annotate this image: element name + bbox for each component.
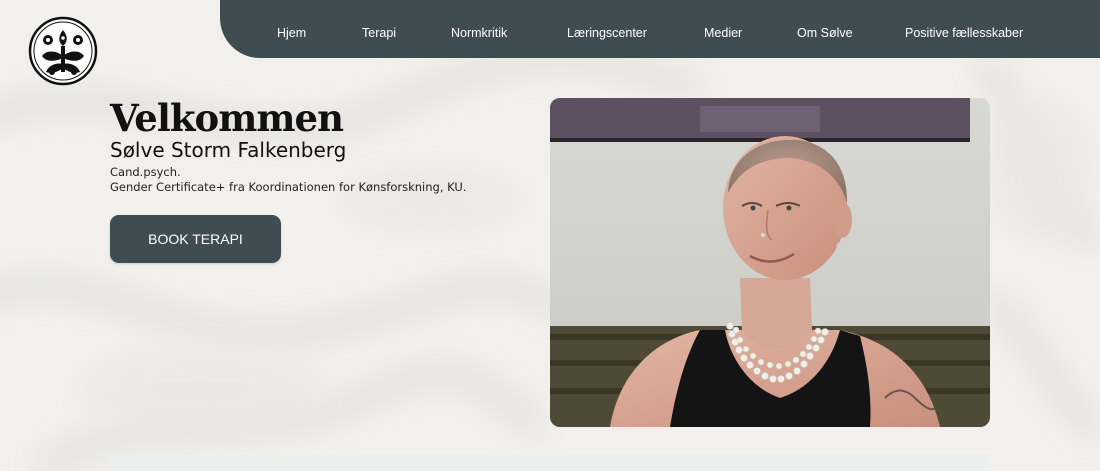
nav-item-terapi[interactable]: Terapi — [362, 0, 396, 58]
nav-item-hjem[interactable]: Hjem — [277, 0, 306, 58]
nav-item-om-solve[interactable]: Om Sølve — [797, 0, 853, 58]
main-navigation: Hjem Terapi Normkritik Læringscenter Med… — [220, 0, 1100, 58]
nav-item-laeringscenter[interactable]: Læringscenter — [567, 0, 647, 58]
hero-section: Velkommen Sølve Storm Falkenberg Cand.ps… — [110, 96, 466, 195]
section-divider — [110, 455, 990, 471]
nav-item-normkritik[interactable]: Normkritik — [451, 0, 507, 58]
nav-item-medier[interactable]: Medier — [704, 0, 742, 58]
ornate-tree-emblem-icon — [28, 16, 98, 86]
book-therapy-button[interactable]: BOOK TERAPI — [110, 215, 281, 263]
credential-degree: Cand.psych. — [110, 165, 181, 180]
therapist-name: Sølve Storm Falkenberg — [110, 138, 347, 163]
credential-certificate: Gender Certificate+ fra Koordinationen f… — [110, 180, 467, 195]
page-title: Velkommen — [110, 96, 344, 140]
portrait-photo — [550, 98, 990, 427]
nav-item-positive-faellesskaber[interactable]: Positive fællesskaber — [905, 0, 1023, 58]
site-logo[interactable] — [28, 16, 98, 86]
